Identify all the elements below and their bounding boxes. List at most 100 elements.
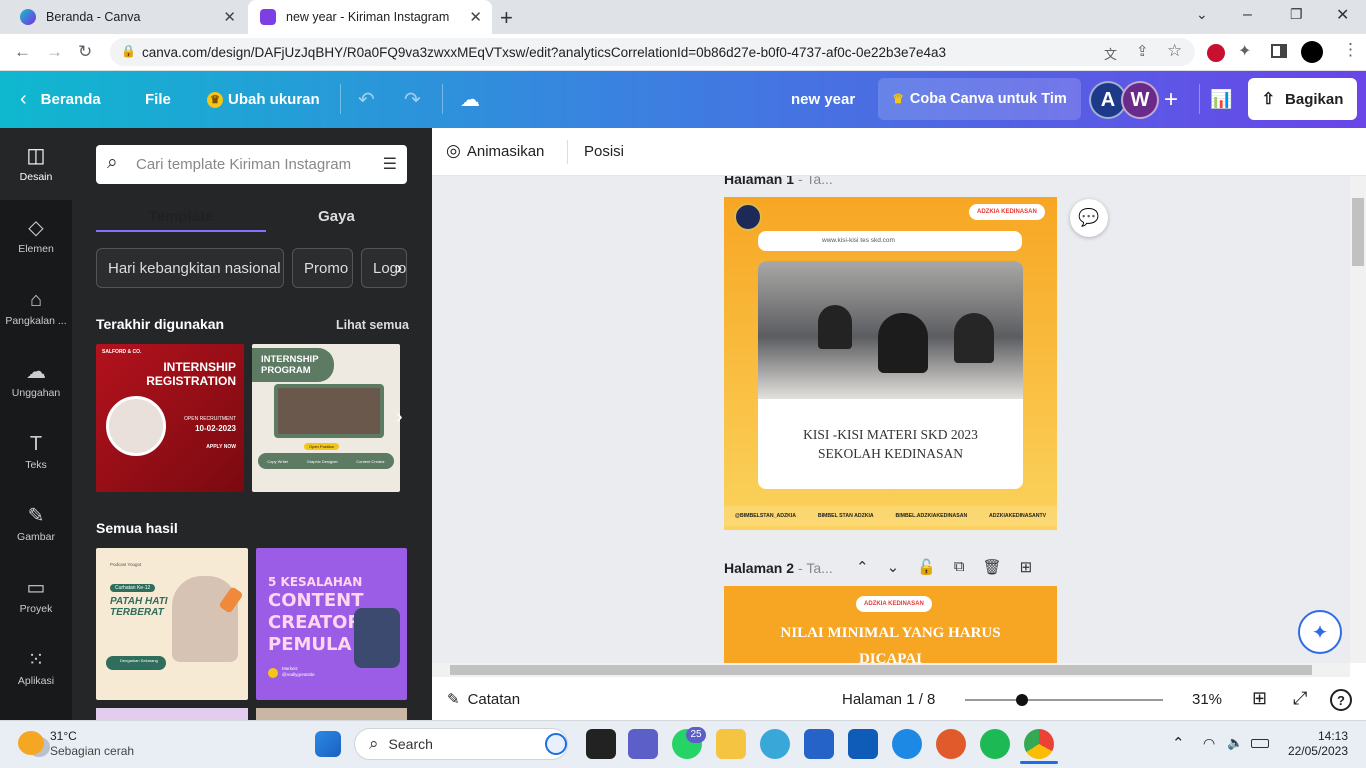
grid-view-icon[interactable]: ⊞ (1252, 688, 1267, 709)
zoom-slider[interactable] (965, 699, 1163, 701)
design-title[interactable]: new year (791, 71, 855, 128)
rail-item-brand[interactable]: ⌂ Pangkalan ... (0, 272, 72, 344)
home-button[interactable]: ‹ Beranda (20, 71, 101, 128)
scrollbar-thumb[interactable] (1352, 198, 1364, 266)
add-page-icon[interactable]: ⊞ (1020, 558, 1033, 576)
taskbar-search[interactable]: ⌕ Search (354, 728, 568, 760)
resize-button[interactable]: ♛ Ubah ukuran (207, 71, 320, 128)
design-page-2[interactable]: ADZKIA KEDINASAN NILAI MINIMAL YANG HARU… (724, 586, 1057, 663)
close-tab-icon[interactable]: ✕ (223, 8, 236, 26)
lock-icon[interactable]: 🔓 (917, 558, 936, 576)
windows-start-icon[interactable] (315, 731, 341, 757)
vertical-scrollbar[interactable] (1350, 176, 1366, 663)
camera-app-icon[interactable] (760, 729, 790, 759)
rail-item-design[interactable]: ◫ Desain (0, 128, 72, 200)
see-all-link[interactable]: Lihat semua (336, 318, 409, 332)
hp-icon[interactable] (848, 729, 878, 759)
animate-button[interactable]: ◎ Animasikan (446, 141, 544, 161)
template-thumb-kesalahan-content-creator[interactable]: 5 KESALAHAN CONTENT CREATOR PEMULA Marke… (256, 548, 407, 700)
add-comment-icon[interactable]: 💬 (1070, 199, 1108, 237)
store-icon[interactable] (804, 729, 834, 759)
cloud-saved-icon[interactable]: ☁ (460, 71, 480, 128)
horizontal-scrollbar[interactable] (432, 663, 1350, 677)
template-thumb-partial[interactable] (96, 708, 248, 720)
tab-search-icon[interactable]: ⌄ (1196, 6, 1208, 23)
try-canva-teams-button[interactable]: ♛ Coba Canva untuk Tim (878, 78, 1081, 120)
chrome-icon[interactable] (1024, 729, 1054, 759)
rail-item-elements[interactable]: ◇ Elemen (0, 200, 72, 272)
undo-icon[interactable]: ↶ (358, 71, 375, 128)
avatar[interactable]: W (1121, 81, 1159, 119)
weather-icon[interactable] (18, 731, 44, 755)
move-up-icon[interactable]: ⌃ (856, 558, 869, 576)
new-tab-button[interactable]: + (500, 5, 513, 31)
fullscreen-icon[interactable]: ⤢ (1293, 688, 1307, 709)
help-icon[interactable]: ? (1330, 689, 1352, 711)
add-collaborator-icon[interactable]: + (1164, 71, 1178, 128)
chevron-right-icon[interactable]: › (396, 258, 402, 279)
move-down-icon[interactable]: ⌄ (887, 558, 900, 576)
bing-icon[interactable] (545, 733, 567, 755)
bookmark-star-icon[interactable]: ☆ (1167, 41, 1182, 61)
duplicate-icon[interactable]: ⧉ (954, 558, 965, 576)
minimize-icon[interactable]: – (1243, 6, 1252, 24)
magic-assistant-icon[interactable]: ✦ (1298, 610, 1342, 654)
task-view-icon[interactable] (586, 729, 616, 759)
browser-menu-icon[interactable]: ⋮ (1342, 40, 1359, 60)
volume-icon[interactable]: 🔈 (1227, 735, 1243, 751)
design-page-1[interactable]: ADZKIA KEDINASAN www.kisi-kisi tes skd.c… (724, 197, 1057, 530)
template-thumb-internship-registration[interactable]: SALFORD & CO. INTERNSHIP REGISTRATION OP… (96, 344, 244, 492)
redo-icon[interactable]: ↷ (404, 71, 421, 128)
window-close-icon[interactable]: ✕ (1336, 5, 1349, 25)
teams-chat-icon[interactable] (628, 729, 658, 759)
page-title-placeholder[interactable]: - Ta... (798, 560, 833, 576)
rail-item-apps[interactable]: ⁙ Aplikasi (0, 632, 72, 704)
sidepanel-icon[interactable] (1271, 44, 1287, 58)
page-indicator[interactable]: Halaman 1 / 8 (842, 691, 935, 708)
tab-template[interactable]: Template (96, 200, 266, 232)
page-title-placeholder[interactable]: - Ta... (798, 176, 833, 187)
filter-icon[interactable]: ☰ (383, 154, 397, 174)
notes-button[interactable]: ✎ Catatan (447, 690, 520, 709)
template-thumb-patah-hati[interactable]: Podcast Yougot Curhatan Ke-12 PATAH HATI… (96, 548, 248, 700)
profile-avatar[interactable] (1301, 41, 1323, 63)
wifi-icon[interactable]: ◠ (1203, 735, 1215, 752)
zoom-value[interactable]: 31% (1192, 691, 1222, 708)
rail-item-text[interactable]: T Teks (0, 416, 72, 488)
weather-widget[interactable]: 31°C Sebagian cerah (50, 729, 134, 759)
insights-chart-icon[interactable]: 📊 (1210, 71, 1232, 128)
extensions-puzzle-icon[interactable]: ✦ (1238, 41, 1251, 61)
share-button[interactable]: ⇧ Bagikan (1248, 78, 1357, 120)
position-button[interactable]: Posisi (584, 143, 624, 160)
back-icon[interactable]: ← (14, 42, 31, 62)
game-app-icon[interactable] (936, 729, 966, 759)
scrollbar-thumb[interactable] (450, 665, 1312, 675)
rail-item-draw[interactable]: ✎ Gambar (0, 488, 72, 560)
template-search-input[interactable]: ⌕ Cari template Kiriman Instagram ☰ (96, 145, 407, 184)
help-app-icon[interactable] (892, 729, 922, 759)
reload-icon[interactable]: ↻ (78, 42, 92, 62)
close-tab-icon[interactable]: ✕ (469, 8, 482, 26)
template-thumb-internship-program[interactable]: INTERNSHIP PROGRAM Open Position Copy Wr… (252, 344, 400, 492)
share-page-icon[interactable]: ⇪ (1136, 42, 1149, 60)
file-menu-button[interactable]: File (145, 71, 171, 128)
filter-chip[interactable]: Hari kebangkitan nasional (96, 248, 284, 288)
clock[interactable]: 14:13 22/05/2023 (1284, 729, 1348, 759)
filter-chip[interactable]: Promo (292, 248, 353, 288)
translate-icon[interactable]: 文 (1104, 44, 1117, 63)
url-field[interactable]: 🔒 canva.com/design/DAFjUzJqBHY/R0a0FQ9va… (110, 38, 1195, 66)
restore-icon[interactable]: ❐ (1290, 6, 1303, 23)
rail-item-uploads[interactable]: ☁ Unggahan (0, 344, 72, 416)
browser-tab-beranda[interactable]: Beranda - Canva ✕ (8, 0, 246, 34)
chevron-right-icon[interactable]: › (396, 406, 403, 429)
delete-icon[interactable]: 🗑 (983, 558, 1002, 576)
file-explorer-icon[interactable] (716, 729, 746, 759)
battery-icon[interactable] (1251, 739, 1269, 748)
browser-tab-active[interactable]: new year - Kiriman Instagram ✕ (248, 0, 492, 34)
spotify-icon[interactable] (980, 729, 1010, 759)
chevron-up-icon[interactable]: ⌃ (1172, 734, 1185, 752)
extension-red-icon[interactable] (1207, 44, 1225, 62)
rail-item-projects[interactable]: ▭ Proyek (0, 560, 72, 632)
template-thumb-partial[interactable] (256, 708, 407, 720)
tab-style[interactable]: Gaya (266, 200, 407, 232)
